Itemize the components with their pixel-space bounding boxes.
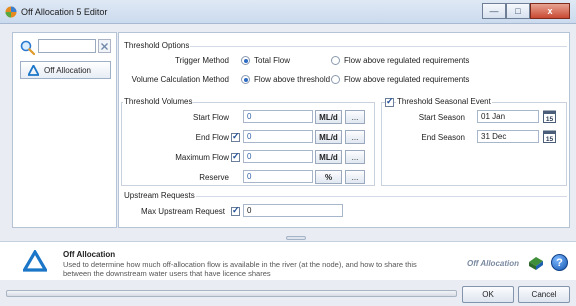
reserve-label: Reserve [199,173,229,182]
maximum-flow-more-button[interactable]: ... [345,150,365,164]
minimize-button[interactable]: — [482,3,506,19]
end-season-label: End Season [421,133,465,142]
panel-splitter[interactable] [286,236,306,240]
trigger-total-flow-radio[interactable] [241,56,250,65]
start-season-label: Start Season [418,113,465,122]
maximize-icon: □ [515,6,521,16]
maximum-flow-checkbox[interactable] [231,151,240,162]
nav-item-label: Off Allocation [44,65,91,75]
progress-bar [6,290,457,297]
ok-button[interactable]: OK [462,286,514,303]
end-season-calendar-icon[interactable]: 15 [543,130,556,143]
help-description: Used to determine how much off-allocatio… [63,260,417,278]
start-flow-more-button[interactable]: ... [345,110,365,124]
maximum-flow-unit-button[interactable]: ML/d [315,150,342,164]
reserve-input[interactable] [243,170,313,183]
calendar-day: 15 [546,136,554,143]
help-panel: Off Allocation Used to determine how muc… [0,241,576,280]
calendar-day: 15 [546,116,554,123]
book-icon[interactable] [527,254,545,272]
end-flow-input[interactable] [243,130,313,143]
question-mark: ? [556,256,563,269]
close-button[interactable]: x [530,3,570,19]
threshold-options-title: Threshold Options [123,41,191,50]
nav-item-off-allocation[interactable]: Off Allocation [20,61,111,79]
start-flow-label: Start Flow [192,113,229,122]
max-upstream-request-checkbox[interactable] [231,205,240,216]
start-flow-input[interactable] [243,110,313,123]
seasonal-event-title: Threshold Seasonal Event [396,97,492,106]
trigger-regulated-radio[interactable] [331,56,340,65]
help-brand-text: Off Allocation [467,259,519,268]
start-season-input[interactable] [477,110,539,123]
trigger-total-flow-label: Total Flow [254,56,291,65]
upstream-requests-title: Upstream Requests [123,191,196,200]
maximum-flow-input[interactable] [243,150,313,163]
maximum-flow-label: Maximum Flow [175,153,229,162]
threshold-volumes-title: Threshold Volumes [123,97,194,106]
seasonal-event-checkbox[interactable] [385,96,394,107]
volume-regulated-radio[interactable] [331,75,340,84]
off-allocation-icon [28,64,39,76]
end-season-input[interactable] [477,130,539,143]
close-icon: x [547,6,553,16]
help-title: Off Allocation [63,250,116,259]
clear-search-button[interactable] [98,39,111,53]
trigger-regulated-label: Flow above regulated requirements [344,56,470,65]
start-flow-unit-button[interactable]: ML/d [315,110,342,124]
help-question-icon[interactable]: ? [551,254,568,271]
max-upstream-request-label: Max Upstream Request [140,207,225,216]
maximize-button[interactable]: □ [506,3,530,19]
reserve-more-button[interactable]: ... [345,170,365,184]
end-flow-unit-button[interactable]: ML/d [315,130,342,144]
navigation-panel: Off Allocation [12,32,117,228]
search-icon [20,40,35,55]
max-upstream-request-input[interactable] [243,204,343,217]
end-flow-checkbox[interactable] [231,131,240,142]
window-title: Off Allocation 5 Editor [21,7,108,17]
start-season-calendar-icon[interactable]: 15 [543,110,556,123]
clear-icon [101,42,108,50]
reserve-unit-button[interactable]: % [315,170,342,184]
app-icon [5,6,17,18]
minimize-icon: — [489,6,499,16]
trigger-method-label: Trigger Method [175,56,229,65]
volume-regulated-label: Flow above regulated requirements [344,75,470,84]
end-flow-label: End Flow [195,133,229,142]
group-divider [195,196,567,197]
off-allocation-icon [23,250,47,272]
group-divider [175,46,567,47]
end-flow-more-button[interactable]: ... [345,130,365,144]
volume-threshold-radio[interactable] [241,75,250,84]
editor-panel: Threshold Options Trigger Method Total F… [118,32,570,228]
search-input[interactable] [38,39,96,53]
volume-threshold-label: Flow above threshold [254,75,331,84]
title-bar: Off Allocation 5 Editor — □ x [0,0,576,24]
volume-calc-label: Volume Calculation Method [131,75,229,84]
cancel-button[interactable]: Cancel [518,286,570,303]
